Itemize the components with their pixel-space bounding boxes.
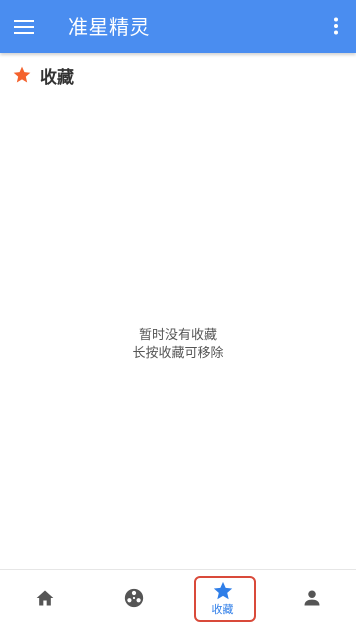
star-icon — [213, 581, 232, 600]
favorites-section-header: 收藏 — [12, 63, 74, 88]
nav-item-favorites[interactable]: 收藏 — [178, 570, 267, 626]
nav-label-favorites: 收藏 — [211, 603, 234, 616]
menu-button[interactable] — [12, 17, 36, 37]
app-title: 准星精灵 — [68, 14, 150, 39]
star-icon — [13, 66, 31, 83]
home-icon — [36, 590, 53, 606]
section-title: 收藏 — [40, 67, 74, 88]
crosshair-icon — [124, 588, 143, 608]
more-vertical-icon — [334, 17, 338, 35]
app-bar: 准星精灵 — [0, 0, 356, 53]
nav-item-profile[interactable] — [267, 570, 356, 626]
menu-icon — [14, 19, 34, 34]
nav-item-crosshair[interactable] — [89, 570, 178, 626]
empty-state: 暂时没有收藏 长按收藏可移除 — [0, 327, 356, 363]
more-options-button[interactable] — [328, 16, 344, 36]
empty-state-line-1: 暂时没有收藏 — [138, 328, 217, 343]
empty-state-line-2: 长按收藏可移除 — [132, 346, 224, 361]
person-icon — [304, 590, 319, 606]
bottom-navigation: 收藏 — [0, 569, 356, 626]
nav-item-home[interactable] — [0, 570, 89, 626]
